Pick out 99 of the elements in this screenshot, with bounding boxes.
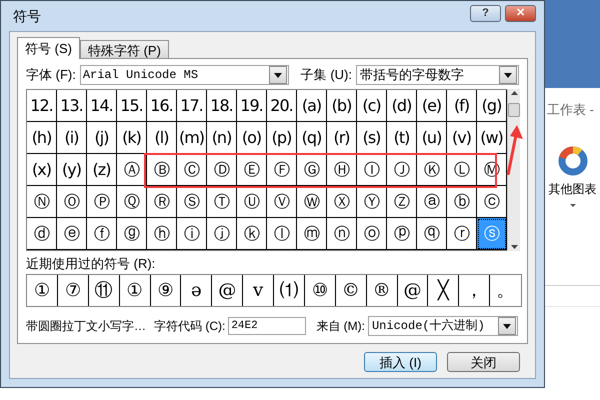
- insert-button[interactable]: 插入 (I): [364, 352, 437, 372]
- symbol-cell[interactable]: 19.: [237, 90, 267, 122]
- symbol-cell[interactable]: 12.: [27, 90, 57, 122]
- symbol-cell[interactable]: Ⓖ: [297, 154, 327, 186]
- symbol-cell[interactable]: (y): [57, 154, 87, 186]
- recent-symbols-label: 近期使用过的符号 (R):: [26, 257, 156, 270]
- symbol-cell[interactable]: ⓖ: [117, 218, 147, 250]
- symbol-cell[interactable]: (f): [447, 90, 477, 122]
- symbol-cell[interactable]: (x): [27, 154, 57, 186]
- symbol-cell[interactable]: Ⓞ: [57, 186, 87, 218]
- scrollbar[interactable]: [507, 89, 520, 251]
- symbol-cell[interactable]: (j): [87, 122, 117, 154]
- symbol-cell[interactable]: ⓝ: [327, 218, 357, 250]
- symbol-cell[interactable]: ⓡ: [447, 218, 477, 250]
- symbol-cell[interactable]: Ⓓ: [207, 154, 237, 186]
- symbol-cell[interactable]: 20.: [267, 90, 297, 122]
- symbol-cell[interactable]: ⓑ: [447, 186, 477, 218]
- symbol-cell[interactable]: Ⓛ: [447, 154, 477, 186]
- symbol-cell[interactable]: 17.: [177, 90, 207, 122]
- recent-symbol[interactable]: 。: [490, 275, 521, 306]
- caret-icon: [502, 324, 511, 328]
- dropdown-button[interactable]: [499, 66, 517, 84]
- from-label: 来自 (M):: [316, 318, 365, 335]
- subset-dropdown[interactable]: 带括号的字母数字: [356, 65, 519, 85]
- symbol-cell[interactable]: Ⓑ: [147, 154, 177, 186]
- symbol-cell[interactable]: (z): [87, 154, 117, 186]
- window-title: 符号: [12, 6, 41, 26]
- symbol-cell[interactable]: Ⓩ: [387, 186, 417, 218]
- subset-label: 子集 (U):: [300, 66, 352, 84]
- symbol-cell[interactable]: ⓠ: [417, 218, 447, 250]
- symbol-cell[interactable]: (h): [27, 122, 57, 154]
- symbol-cell[interactable]: ⓘ: [177, 218, 207, 250]
- symbol-cell[interactable]: Ⓦ: [297, 186, 327, 218]
- font-dropdown[interactable]: Arial Unicode MS: [80, 65, 289, 85]
- symbol-cell[interactable]: Ⓣ: [207, 186, 237, 218]
- symbol-cell[interactable]: ⓟ: [387, 218, 417, 250]
- symbol-cell[interactable]: 13.: [57, 90, 87, 122]
- font-label: 字体 (F):: [26, 66, 76, 84]
- symbol-cell[interactable]: Ⓒ: [177, 154, 207, 186]
- symbol-cell[interactable]: ⓗ: [147, 218, 177, 250]
- sheet-title: 工作表 -: [546, 101, 595, 119]
- dropdown-button[interactable]: [498, 317, 516, 335]
- symbol-cell[interactable]: (e): [417, 90, 447, 122]
- tab[interactable]: 特殊字符 (P): [80, 40, 169, 59]
- symbol-cell[interactable]: (c): [357, 90, 387, 122]
- symbol-cell[interactable]: Ⓘ: [357, 154, 387, 186]
- char-code-label: 字符代码 (C):: [154, 318, 226, 335]
- symbol-cell[interactable]: (k): [117, 122, 147, 154]
- symbol-cell[interactable]: (g): [477, 90, 507, 122]
- symbol-cell[interactable]: ⓕ: [87, 218, 117, 250]
- scroll-up-icon[interactable]: [510, 91, 518, 95]
- symbol-cell[interactable]: Ⓗ: [327, 154, 357, 186]
- symbol-cell[interactable]: Ⓟ: [87, 186, 117, 218]
- symbol-cell[interactable]: ⓛ: [267, 218, 297, 250]
- symbol-cell[interactable]: Ⓐ: [117, 154, 147, 186]
- symbol-cell[interactable]: Ⓢ: [177, 186, 207, 218]
- symbol-cell[interactable]: ⓓ: [27, 218, 57, 250]
- symbol-cell[interactable]: 16.: [147, 90, 177, 122]
- symbol-cell[interactable]: Ⓥ: [267, 186, 297, 218]
- caret-icon: [274, 72, 282, 78]
- tab[interactable]: 符号 (S): [17, 37, 80, 59]
- caret-icon: [504, 72, 512, 78]
- symbol-cell[interactable]: ⓜ: [297, 218, 327, 250]
- symbol-cell[interactable]: Ⓧ: [327, 186, 357, 218]
- donut-chart-icon[interactable]: [558, 146, 588, 176]
- symbol-cell[interactable]: ⓐ: [417, 186, 447, 218]
- char-code-field[interactable]: 24E2: [228, 317, 306, 335]
- symbol-cell[interactable]: 15.: [117, 90, 147, 122]
- symbol-cell[interactable]: (i): [57, 122, 87, 154]
- character-name: 带圆圈拉丁文小写字…: [26, 318, 146, 335]
- symbol-cell[interactable]: 14.: [87, 90, 117, 122]
- symbol-cell[interactable]: (m): [177, 122, 207, 154]
- symbol-cell[interactable]: (a): [297, 90, 327, 122]
- symbol-cell[interactable]: 18.: [207, 90, 237, 122]
- caret-icon: [570, 204, 576, 206]
- symbol-cell[interactable]: Ⓡ: [147, 186, 177, 218]
- symbol-cell[interactable]: Ⓨ: [357, 186, 387, 218]
- symbol-cell[interactable]: ⓔ: [57, 218, 87, 250]
- symbol-cell[interactable]: (b): [327, 90, 357, 122]
- symbol-cell[interactable]: ⓞ: [357, 218, 387, 250]
- close-dialog-button[interactable]: 关闭: [447, 352, 520, 372]
- symbol-cell[interactable]: Ⓔ: [237, 154, 267, 186]
- scroll-down-icon[interactable]: [510, 245, 518, 249]
- from-dropdown[interactable]: Unicode(十六进制): [368, 316, 518, 336]
- help-button[interactable]: ?: [470, 5, 501, 22]
- symbol-cell[interactable]: Ⓙ: [387, 154, 417, 186]
- dropdown-button[interactable]: [268, 66, 287, 84]
- symbol-cell[interactable]: Ⓤ: [237, 186, 267, 218]
- symbol-cell[interactable]: Ⓠ: [117, 186, 147, 218]
- symbol-cell[interactable]: ⓒ: [477, 186, 507, 218]
- symbol-cell[interactable]: Ⓕ: [267, 154, 297, 186]
- symbol-cell[interactable]: Ⓚ: [417, 154, 447, 186]
- symbol-cell[interactable]: ⓚ: [237, 218, 267, 250]
- scroll-thumb[interactable]: [508, 103, 520, 117]
- chart-button-label[interactable]: 其他图表: [548, 180, 596, 198]
- symbol-cell[interactable]: Ⓝ: [27, 186, 57, 218]
- symbol-cell[interactable]: ⓙ: [207, 218, 237, 250]
- symbol-cell[interactable]: (d): [387, 90, 417, 122]
- pointer-arrow-annotation: [505, 125, 523, 175]
